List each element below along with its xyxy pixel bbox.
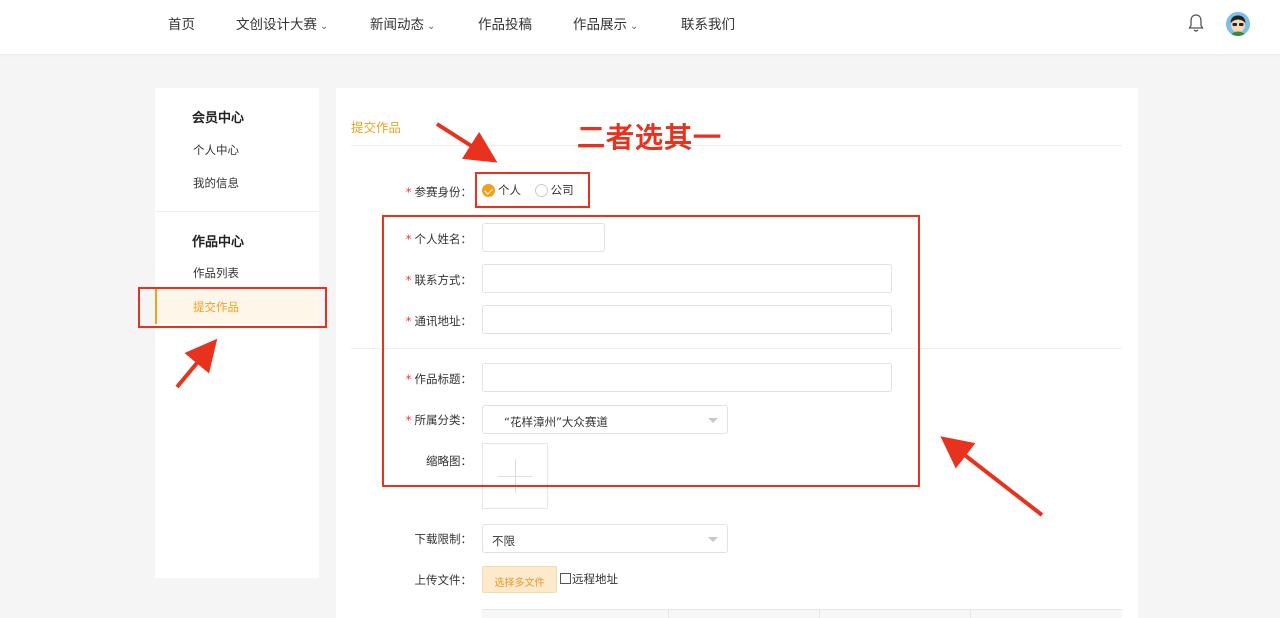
arrow-to-identity xyxy=(435,122,498,163)
arrow-to-form-fields xyxy=(940,436,1044,517)
annotation-arrows xyxy=(175,122,1044,517)
arrow-to-submit-work xyxy=(175,338,218,389)
